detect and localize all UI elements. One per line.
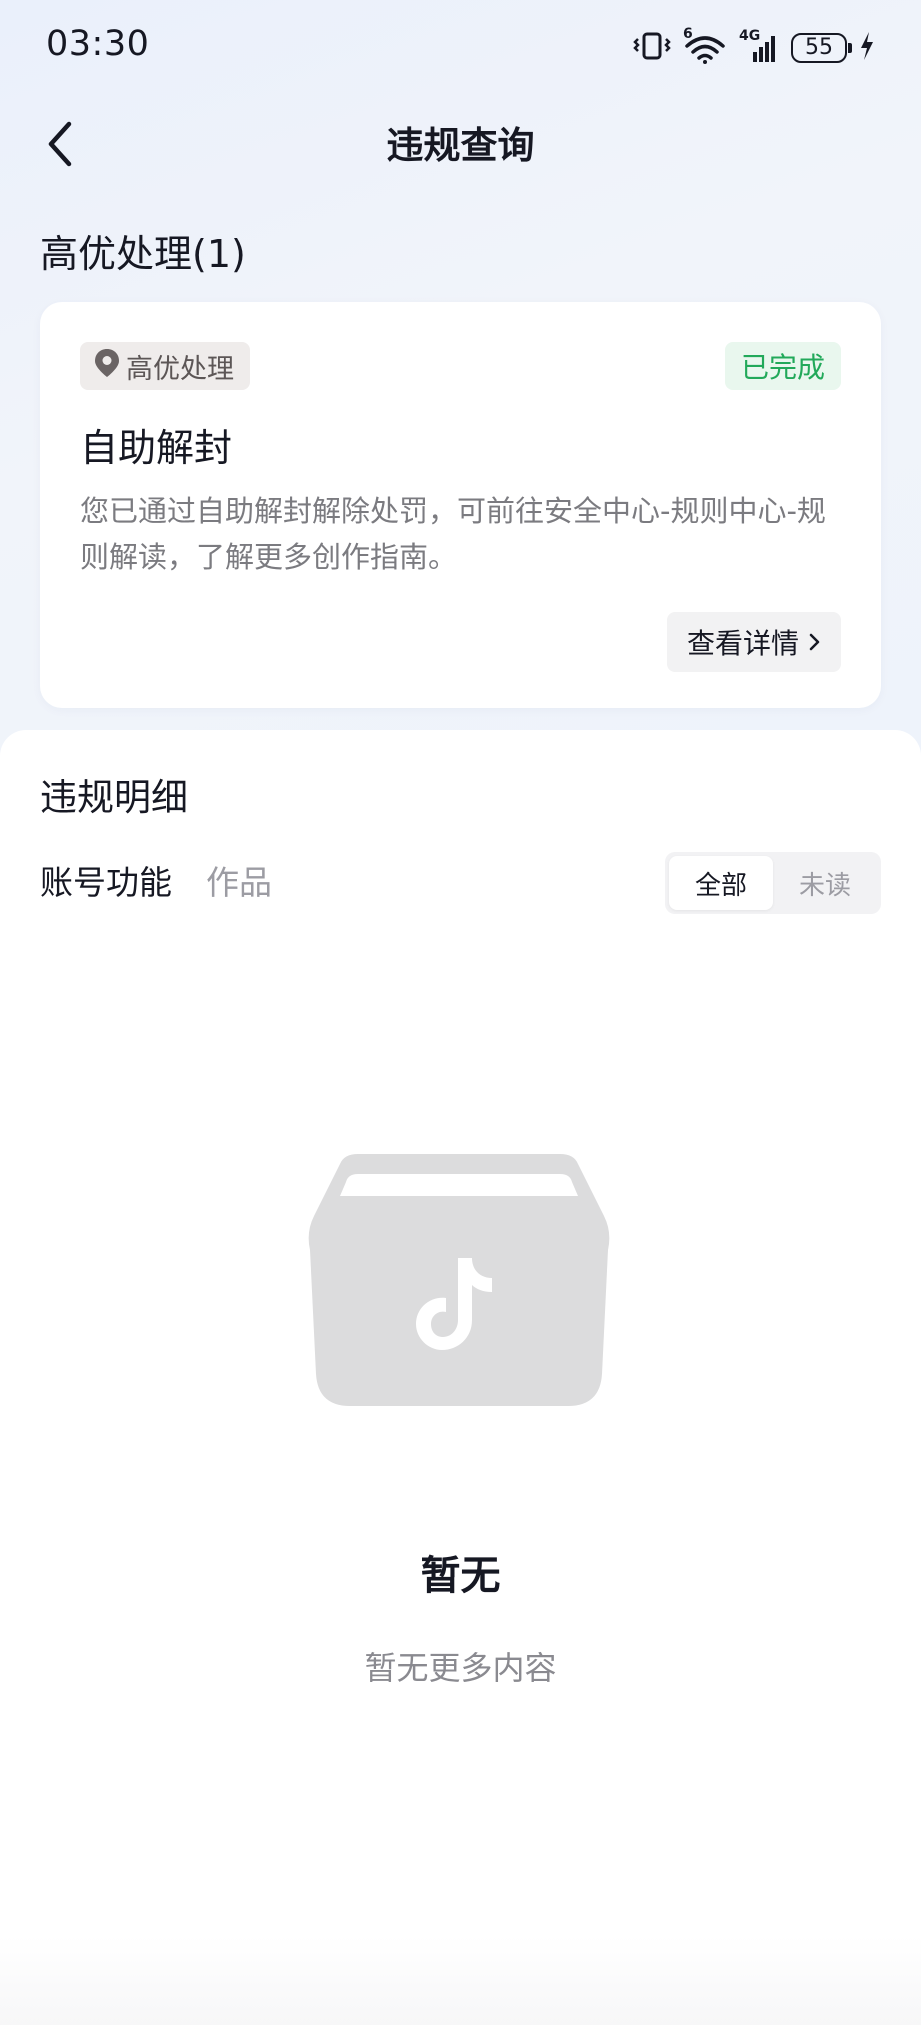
cellular-signal-icon: 4G: [739, 28, 779, 64]
read-filter: 全部 未读: [665, 852, 881, 914]
priority-card[interactable]: 高优处理 已完成 自助解封 您已通过自助解封解除处罚，可前往安全中心-规则中心-…: [40, 302, 881, 708]
back-button[interactable]: [34, 116, 86, 176]
status-icons: 6 4G 55: [633, 26, 875, 68]
charging-icon: [859, 31, 875, 65]
view-details-label: 查看详情: [686, 627, 799, 660]
status-time: 03:30: [46, 24, 150, 64]
chevron-left-icon: [45, 120, 75, 172]
card-heading: 自助解封: [80, 426, 233, 470]
bottom-fade: [0, 1935, 921, 2025]
empty-state-subtitle: 暂无更多内容: [364, 1649, 557, 1687]
chevron-right-icon: [809, 626, 821, 659]
filter-unread[interactable]: 未读: [773, 856, 877, 910]
priority-tag: 高优处理: [80, 342, 250, 390]
view-details-button[interactable]: 查看详情: [666, 612, 841, 672]
tab-works[interactable]: 作品: [206, 858, 272, 908]
details-section-title: 违规明细: [40, 776, 188, 819]
card-description: 您已通过自助解封解除处罚，可前往安全中心-规则中心-规则解读，了解更多创作指南。: [80, 494, 826, 574]
location-pin-icon: [94, 348, 120, 385]
tab-account-function[interactable]: 账号功能: [40, 858, 172, 908]
filter-all[interactable]: 全部: [669, 856, 773, 910]
battery-icon: 55: [791, 33, 852, 63]
priority-section-title: 高优处理(1): [40, 232, 246, 276]
wifi-label: 6: [683, 26, 693, 42]
empty-state-title: 暂无: [420, 1553, 501, 1599]
priority-tag-label: 高优处理: [126, 353, 234, 385]
vibrate-icon: [633, 31, 671, 65]
empty-box-tiktok-icon: [306, 1154, 612, 1410]
wifi-icon: 6: [683, 26, 727, 64]
battery-level: 55: [805, 35, 833, 60]
status-badge: 已完成: [724, 342, 841, 390]
page-title: 违规查询: [386, 124, 535, 167]
